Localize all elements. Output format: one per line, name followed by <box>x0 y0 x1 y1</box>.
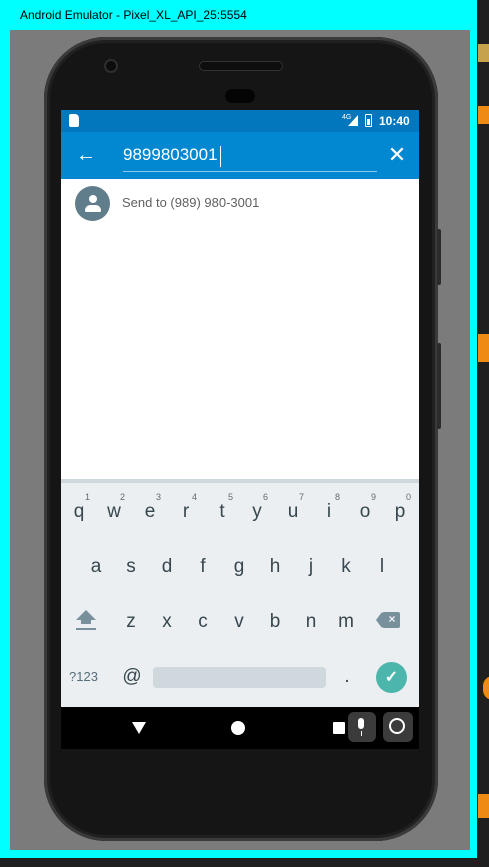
power-button[interactable] <box>437 343 441 429</box>
key-f[interactable]: f <box>186 545 220 589</box>
soft-keyboard: q1 w2 e3 r4 t5 y6 u7 i8 o9 p0 a s d f g … <box>61 479 419 707</box>
front-camera <box>104 59 118 73</box>
lens-icon[interactable] <box>383 712 413 742</box>
enter-check-icon[interactable]: ✓ <box>376 662 407 693</box>
microphone-icon[interactable] <box>348 712 376 742</box>
key-j[interactable]: j <box>294 545 328 589</box>
emulator-window: Android Emulator - Pixel_XL_API_25:5554 … <box>0 0 477 858</box>
key-l[interactable]: l <box>365 545 399 589</box>
desktop-fragment <box>478 106 489 124</box>
shift-key-icon[interactable] <box>71 606 101 642</box>
key-r[interactable]: r4 <box>169 490 203 534</box>
nav-back-icon[interactable] <box>132 722 146 734</box>
window-title: Android Emulator - Pixel_XL_API_25:5554 <box>20 8 247 22</box>
signal-icon <box>348 115 358 126</box>
key-o[interactable]: o9 <box>348 490 382 534</box>
key-p[interactable]: p0 <box>383 490 417 534</box>
key-g[interactable]: g <box>222 545 256 589</box>
key-c[interactable]: c <box>186 600 220 644</box>
backspace-icon[interactable]: × <box>376 610 404 630</box>
key-n[interactable]: n <box>294 600 328 644</box>
key-u[interactable]: u7 <box>276 490 310 534</box>
key-x[interactable]: x <box>150 600 184 644</box>
key-m[interactable]: m <box>329 600 363 644</box>
search-underline <box>123 171 377 172</box>
send-to-label: Send to (989) 980-3001 <box>122 195 260 210</box>
back-arrow-icon[interactable]: ← <box>75 144 97 166</box>
text-cursor <box>220 146 221 167</box>
key-t[interactable]: t5 <box>205 490 239 534</box>
space-bar[interactable] <box>153 667 326 688</box>
nav-home-icon[interactable] <box>231 721 245 735</box>
proximity-sensor <box>225 89 255 103</box>
key-h[interactable]: h <box>258 545 292 589</box>
volume-button[interactable] <box>437 229 441 285</box>
earpiece-speaker <box>199 61 283 71</box>
emulator-client-area: 4G 10:40 ← ✕ <box>10 30 470 850</box>
key-k[interactable]: k <box>329 545 363 589</box>
person-avatar-icon <box>75 186 110 221</box>
desktop-fragment <box>478 334 489 362</box>
keyboard-row-4: ?123 @ . ✓ <box>61 655 419 699</box>
key-period[interactable]: . <box>339 655 355 699</box>
navigation-bar <box>61 707 419 749</box>
keyboard-row-3: z x c v b n m × <box>61 600 419 644</box>
key-d[interactable]: d <box>150 545 184 589</box>
key-e[interactable]: e3 <box>133 490 167 534</box>
keyboard-row-2: a s d f g h j k l <box>61 545 419 589</box>
list-item[interactable]: Send to (989) 980-3001 <box>61 179 419 227</box>
phone-frame: 4G 10:40 ← ✕ <box>44 37 441 841</box>
key-at[interactable]: @ <box>119 655 145 699</box>
key-y[interactable]: y6 <box>240 490 274 534</box>
key-s[interactable]: s <box>114 545 148 589</box>
desktop-fragment <box>478 44 489 62</box>
key-w[interactable]: w2 <box>97 490 131 534</box>
close-icon[interactable]: ✕ <box>385 143 409 167</box>
phone-screen: 4G 10:40 ← ✕ <box>61 110 419 749</box>
key-v[interactable]: v <box>222 600 256 644</box>
search-app-bar: ← ✕ <box>61 132 419 179</box>
key-q[interactable]: q1 <box>62 490 96 534</box>
desktop-fragment <box>478 794 489 818</box>
search-input[interactable] <box>123 142 375 168</box>
key-z[interactable]: z <box>114 600 148 644</box>
status-time: 10:40 <box>379 114 410 128</box>
results-list: Send to (989) 980-3001 <box>61 179 419 479</box>
window-titlebar[interactable]: Android Emulator - Pixel_XL_API_25:5554 <box>0 0 477 30</box>
nav-recents-icon[interactable] <box>333 722 345 734</box>
key-a[interactable]: a <box>79 545 113 589</box>
symbols-key[interactable]: ?123 <box>69 655 98 699</box>
status-bar: 4G 10:40 <box>61 110 419 132</box>
desktop-fragment <box>483 676 489 700</box>
battery-icon <box>365 114 372 127</box>
key-b[interactable]: b <box>258 600 292 644</box>
key-i[interactable]: i8 <box>312 490 346 534</box>
sd-card-icon <box>69 114 79 127</box>
keyboard-row-1: q1 w2 e3 r4 t5 y6 u7 i8 o9 p0 <box>61 490 419 534</box>
